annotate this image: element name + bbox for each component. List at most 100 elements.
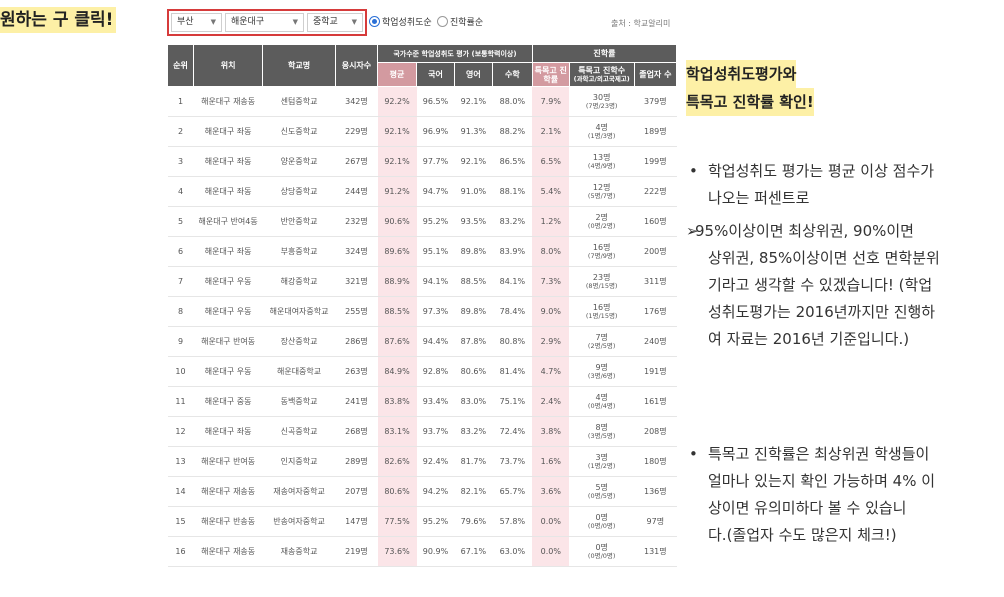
korean-cell: 94.1% <box>416 266 455 297</box>
english-cell: 92.1% <box>454 146 493 177</box>
special-count-cell: 0명 (0명/0명) <box>569 506 635 537</box>
examinees-cell: 267명 <box>335 146 378 177</box>
location-cell: 해운대구 반송동 <box>193 506 263 537</box>
header-korean: 국어 <box>416 62 455 87</box>
special-count-cell: 30명 (7명/23명) <box>569 86 635 117</box>
school-cell: 부흥중학교 <box>262 236 336 267</box>
special-rate-cell: 9.0% <box>532 296 570 327</box>
special-count-breakdown: (0명/5명) <box>587 492 616 500</box>
korean-cell: 92.4% <box>416 446 455 477</box>
math-cell: 63.0% <box>492 536 533 567</box>
english-cell: 88.5% <box>454 266 493 297</box>
math-cell: 88.1% <box>492 176 533 207</box>
graduates-cell: 191명 <box>634 356 677 387</box>
table-row: 10 해운대구 우동 해운대중학교 263명 84.9% 92.8% 80.6% 81.4% 4… <box>167 356 677 387</box>
special-count-cell: 23명 (8명/15명) <box>569 266 635 297</box>
city-select[interactable]: 부산 ▼ <box>171 13 222 32</box>
table-row: 3 해운대구 좌동 양운중학교 267명 92.1% 97.7% 92.1% 86.5% 6.5… <box>167 146 677 177</box>
header-examinees: 응시자수 <box>334 44 379 87</box>
rank-cell: 13 <box>167 446 194 477</box>
header-special-rate: 특목고 진학률 <box>531 62 570 87</box>
math-cell: 84.1% <box>492 266 533 297</box>
arrow-note-line: 여 자료는 2016년 기준입니다.) <box>708 330 910 348</box>
bullet-icon: • <box>689 162 698 180</box>
rank-cell: 8 <box>167 296 194 327</box>
math-cell: 81.4% <box>492 356 533 387</box>
special-count-cell: 4명 (0명/4명) <box>569 386 635 417</box>
graduates-cell: 136명 <box>634 476 677 507</box>
school-cell: 동백중학교 <box>262 386 336 417</box>
special-rate-cell: 7.3% <box>532 266 570 297</box>
korean-cell: 90.9% <box>416 536 455 567</box>
graduates-cell: 240명 <box>634 326 677 357</box>
school-cell: 해강중학교 <box>262 266 336 297</box>
english-cell: 93.5% <box>454 206 493 237</box>
bullet-achievement-line: 학업성취도 평가는 평균 이상 점수가 <box>708 162 935 180</box>
school-cell: 반송여자중학교 <box>262 506 336 537</box>
school-type-select[interactable]: 중학교 ▼ <box>307 13 363 32</box>
average-cell: 82.6% <box>377 446 417 477</box>
special-rate-cell: 2.1% <box>532 116 570 147</box>
ranking-table: 순위 위치 학교명 응시자수 국가수준 학업성취도 평가 (보통학력이상) 진학… <box>167 44 678 567</box>
special-count-breakdown: (3명/5명) <box>587 432 616 440</box>
rank-cell: 9 <box>167 326 194 357</box>
graduates-cell: 176명 <box>634 296 677 327</box>
special-rate-cell: 0.0% <box>532 536 570 567</box>
korean-cell: 92.8% <box>416 356 455 387</box>
average-cell: 88.5% <box>377 296 417 327</box>
table-row: 15 해운대구 반송동 반송여자중학교 147명 77.5% 95.2% 79.6% 57.8… <box>167 506 677 537</box>
header-school: 학교명 <box>262 44 336 87</box>
examinees-cell: 244명 <box>335 176 378 207</box>
school-cell: 재송중학교 <box>262 536 336 567</box>
location-cell: 해운대구 좌동 <box>193 236 263 267</box>
location-cell: 해운대구 우동 <box>193 356 263 387</box>
location-cell: 해운대구 재송동 <box>193 86 263 117</box>
table-row: 7 해운대구 우동 해강중학교 321명 88.9% 94.1% 88.5% 84.1% 7.3… <box>167 266 677 297</box>
rank-cell: 16 <box>167 536 194 567</box>
average-cell: 83.1% <box>377 416 417 447</box>
table-row: 2 해운대구 좌동 신도중학교 229명 92.1% 96.9% 91.3% 88.2% 2.1… <box>167 116 677 147</box>
district-select[interactable]: 해운대구 ▼ <box>225 13 304 32</box>
header-special-count-sub: (과학고/외고국제고) <box>573 75 630 83</box>
examinees-cell: 207명 <box>335 476 378 507</box>
special-count-cell: 12명 (5명/7명) <box>569 176 635 207</box>
average-cell: 91.2% <box>377 176 417 207</box>
school-cell: 해운대여자중학교 <box>262 296 336 327</box>
special-count-cell: 9명 (3명/6명) <box>569 356 635 387</box>
math-cell: 80.8% <box>492 326 533 357</box>
korean-cell: 95.2% <box>416 206 455 237</box>
special-count-cell: 7명 (2명/5명) <box>569 326 635 357</box>
bullet-icon: • <box>689 445 698 463</box>
special-rate-cell: 2.4% <box>532 386 570 417</box>
radio-achievement-order[interactable]: 학업성취도순 <box>369 16 432 30</box>
table-row: 5 해운대구 반여4동 반안중학교 232명 90.6% 95.2% 93.5% 83.2% 1… <box>167 206 677 237</box>
special-count-total: 7명 <box>595 333 608 342</box>
english-cell: 83.2% <box>454 416 493 447</box>
chevron-down-icon: ▼ <box>351 18 357 26</box>
special-count-cell: 13명 (4명/9명) <box>569 146 635 177</box>
special-count-total: 30명 <box>592 93 611 102</box>
graduates-cell: 311명 <box>634 266 677 297</box>
special-count-cell: 3명 (1명/2명) <box>569 446 635 477</box>
bullet-achievement-line: 나오는 퍼센트로 <box>708 189 810 207</box>
math-cell: 83.2% <box>492 206 533 237</box>
table-row: 12 해운대구 좌동 신곡중학교 268명 83.1% 93.7% 83.2% 72.4% 3.… <box>167 416 677 447</box>
special-count-breakdown: (3명/6명) <box>587 372 616 380</box>
table-row: 1 해운대구 재송동 센텀중학교 342명 92.2% 96.5% 92.1% 88.0% 7.… <box>167 86 677 117</box>
table-row: 14 해운대구 재송동 재송여자중학교 207명 80.6% 94.2% 82.1% 65.7… <box>167 476 677 507</box>
special-rate-cell: 8.0% <box>532 236 570 267</box>
graduates-cell: 379명 <box>634 86 677 117</box>
special-rate-cell: 3.6% <box>532 476 570 507</box>
special-count-cell: 0명 (0명/0명) <box>569 536 635 567</box>
location-cell: 해운대구 재송동 <box>193 536 263 567</box>
rank-cell: 5 <box>167 206 194 237</box>
korean-cell: 94.2% <box>416 476 455 507</box>
school-cell: 장산중학교 <box>262 326 336 357</box>
radio-advancement-order[interactable]: 진학률순 <box>437 16 483 30</box>
special-count-total: 23명 <box>592 273 611 282</box>
special-count-breakdown: (7명/9명) <box>587 252 616 260</box>
average-cell: 88.9% <box>377 266 417 297</box>
table-row: 9 해운대구 반여동 장산중학교 286명 87.6% 94.4% 87.8% 80.8% 2.… <box>167 326 677 357</box>
special-count-total: 2명 <box>595 213 608 222</box>
school-cell: 신곡중학교 <box>262 416 336 447</box>
